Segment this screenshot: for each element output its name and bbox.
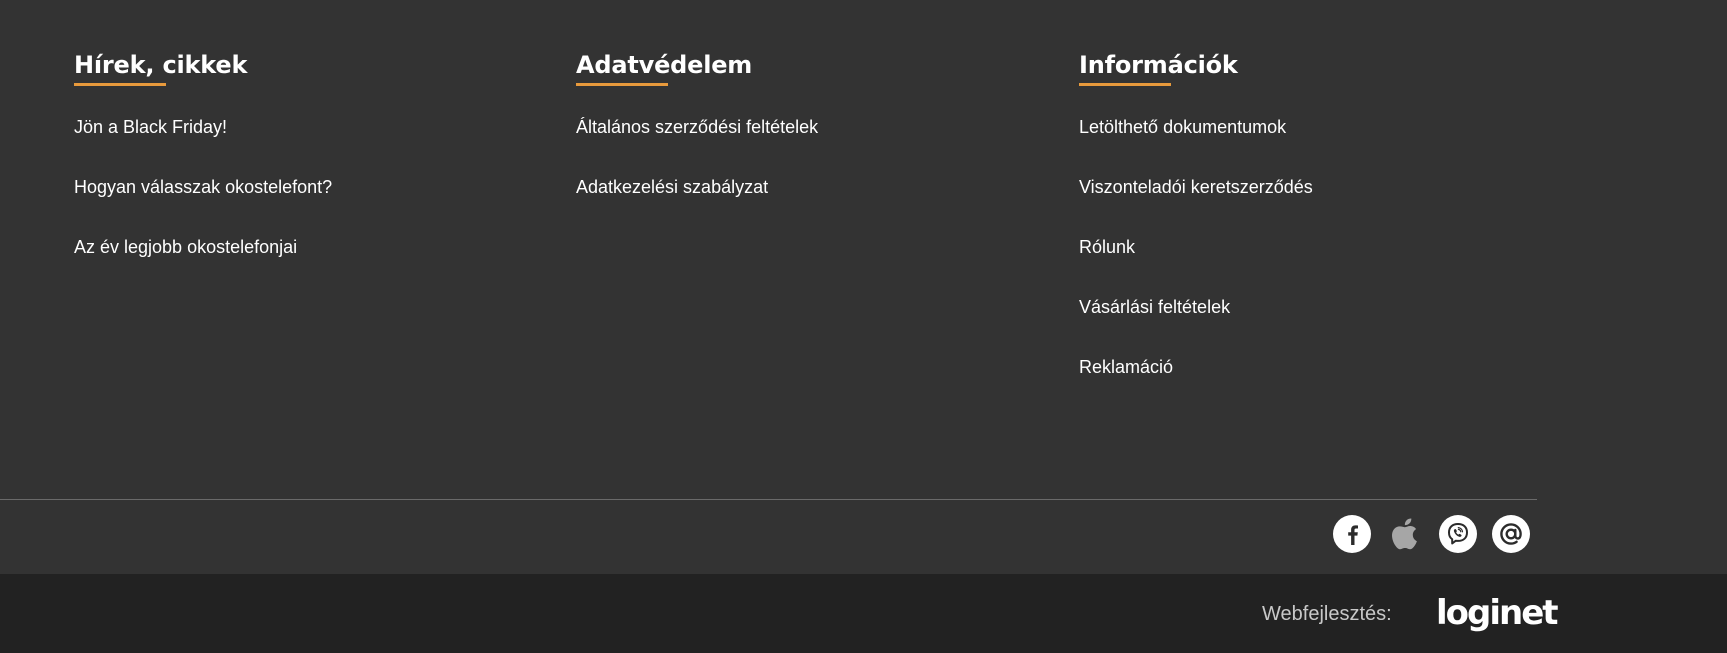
title-underline (1079, 83, 1171, 86)
privacy-column-title: Adatvédelem (576, 51, 753, 79)
privacy-link-data-policy[interactable]: Adatkezelési szabályzat (576, 175, 818, 235)
news-link-best-smartphones[interactable]: Az év legjobb okostelefonjai (74, 235, 332, 295)
privacy-column: Adatvédelem Általános szerződési feltéte… (576, 48, 818, 235)
info-link-downloads[interactable]: Letölthető dokumentumok (1079, 115, 1313, 175)
social-links (1333, 515, 1530, 553)
title-underline (74, 83, 166, 86)
info-column-title: Információk (1079, 51, 1238, 79)
footer-credit-bar: Webfejlesztés: loginet (0, 574, 1727, 653)
info-link-about-us[interactable]: Rólunk (1079, 235, 1313, 295)
info-link-complaints[interactable]: Reklamáció (1079, 355, 1313, 415)
viber-button[interactable] (1439, 515, 1477, 553)
email-at-icon (1500, 523, 1522, 545)
privacy-link-terms[interactable]: Általános szerződési feltételek (576, 115, 818, 175)
footer-divider (0, 499, 1537, 500)
info-link-reseller-contract[interactable]: Viszonteladói keretszerződés (1079, 175, 1313, 235)
apple-icon (1392, 518, 1417, 550)
info-link-list: Letölthető dokumentumok Viszonteladói ke… (1079, 115, 1313, 415)
facebook-button[interactable] (1333, 515, 1371, 553)
apple-button[interactable] (1386, 515, 1424, 553)
news-link-list: Jön a Black Friday! Hogyan válasszak oko… (74, 115, 332, 295)
email-button[interactable] (1492, 515, 1530, 553)
news-column-title: Hírek, cikkek (74, 51, 248, 79)
info-link-purchase-terms[interactable]: Vásárlási feltételek (1079, 295, 1313, 355)
viber-icon (1448, 523, 1468, 545)
news-link-black-friday[interactable]: Jön a Black Friday! (74, 115, 332, 175)
info-column: Információk Letölthető dokumentumok Visz… (1079, 48, 1313, 415)
title-underline (576, 83, 668, 86)
footer-links-area: Hírek, cikkek Jön a Black Friday! Hogyan… (0, 0, 1727, 574)
facebook-icon (1348, 525, 1358, 545)
privacy-link-list: Általános szerződési feltételek Adatkeze… (576, 115, 818, 235)
news-link-choose-smartphone[interactable]: Hogyan válasszak okostelefont? (74, 175, 332, 235)
credit-label: Webfejlesztés: (1262, 603, 1392, 625)
loginet-logo[interactable]: loginet (1436, 594, 1559, 632)
news-column: Hírek, cikkek Jön a Black Friday! Hogyan… (74, 48, 332, 295)
